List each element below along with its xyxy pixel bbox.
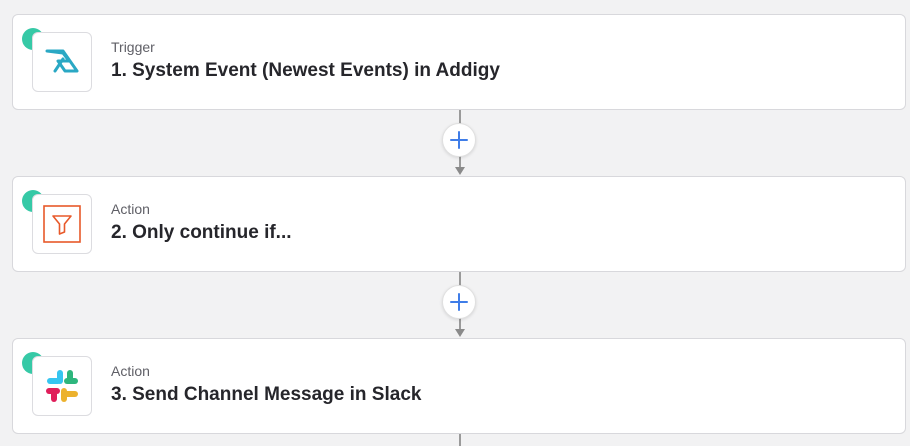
app-icon-frame [32, 356, 92, 416]
add-step-button[interactable] [442, 285, 476, 319]
step-title: 2. Only continue if... [111, 222, 292, 243]
app-icon-frame [32, 32, 92, 92]
app-icon-frame [32, 194, 92, 254]
connector-line [459, 433, 461, 446]
step-kind-label: Action [111, 201, 150, 217]
connector-arrow [455, 167, 465, 175]
addigy-logo-icon [45, 49, 79, 73]
step-kind-label: Action [111, 363, 150, 379]
plus-icon [450, 131, 468, 149]
plus-icon [450, 293, 468, 311]
step-title: 1. System Event (Newest Events) in Addig… [111, 60, 500, 81]
step-title: 3. Send Channel Message in Slack [111, 384, 422, 405]
step-card-filter[interactable]: Action 2. Only continue if... [12, 176, 906, 272]
filter-icon [43, 205, 81, 243]
add-step-button[interactable] [442, 123, 476, 157]
slack-logo-icon [46, 370, 78, 402]
step-card-trigger[interactable]: Trigger 1. System Event (Newest Events) … [12, 14, 906, 110]
step-card-slack[interactable]: Action 3. Send Channel Message in Slack [12, 338, 906, 434]
step-kind-label: Trigger [111, 39, 155, 55]
connector-arrow [455, 329, 465, 337]
